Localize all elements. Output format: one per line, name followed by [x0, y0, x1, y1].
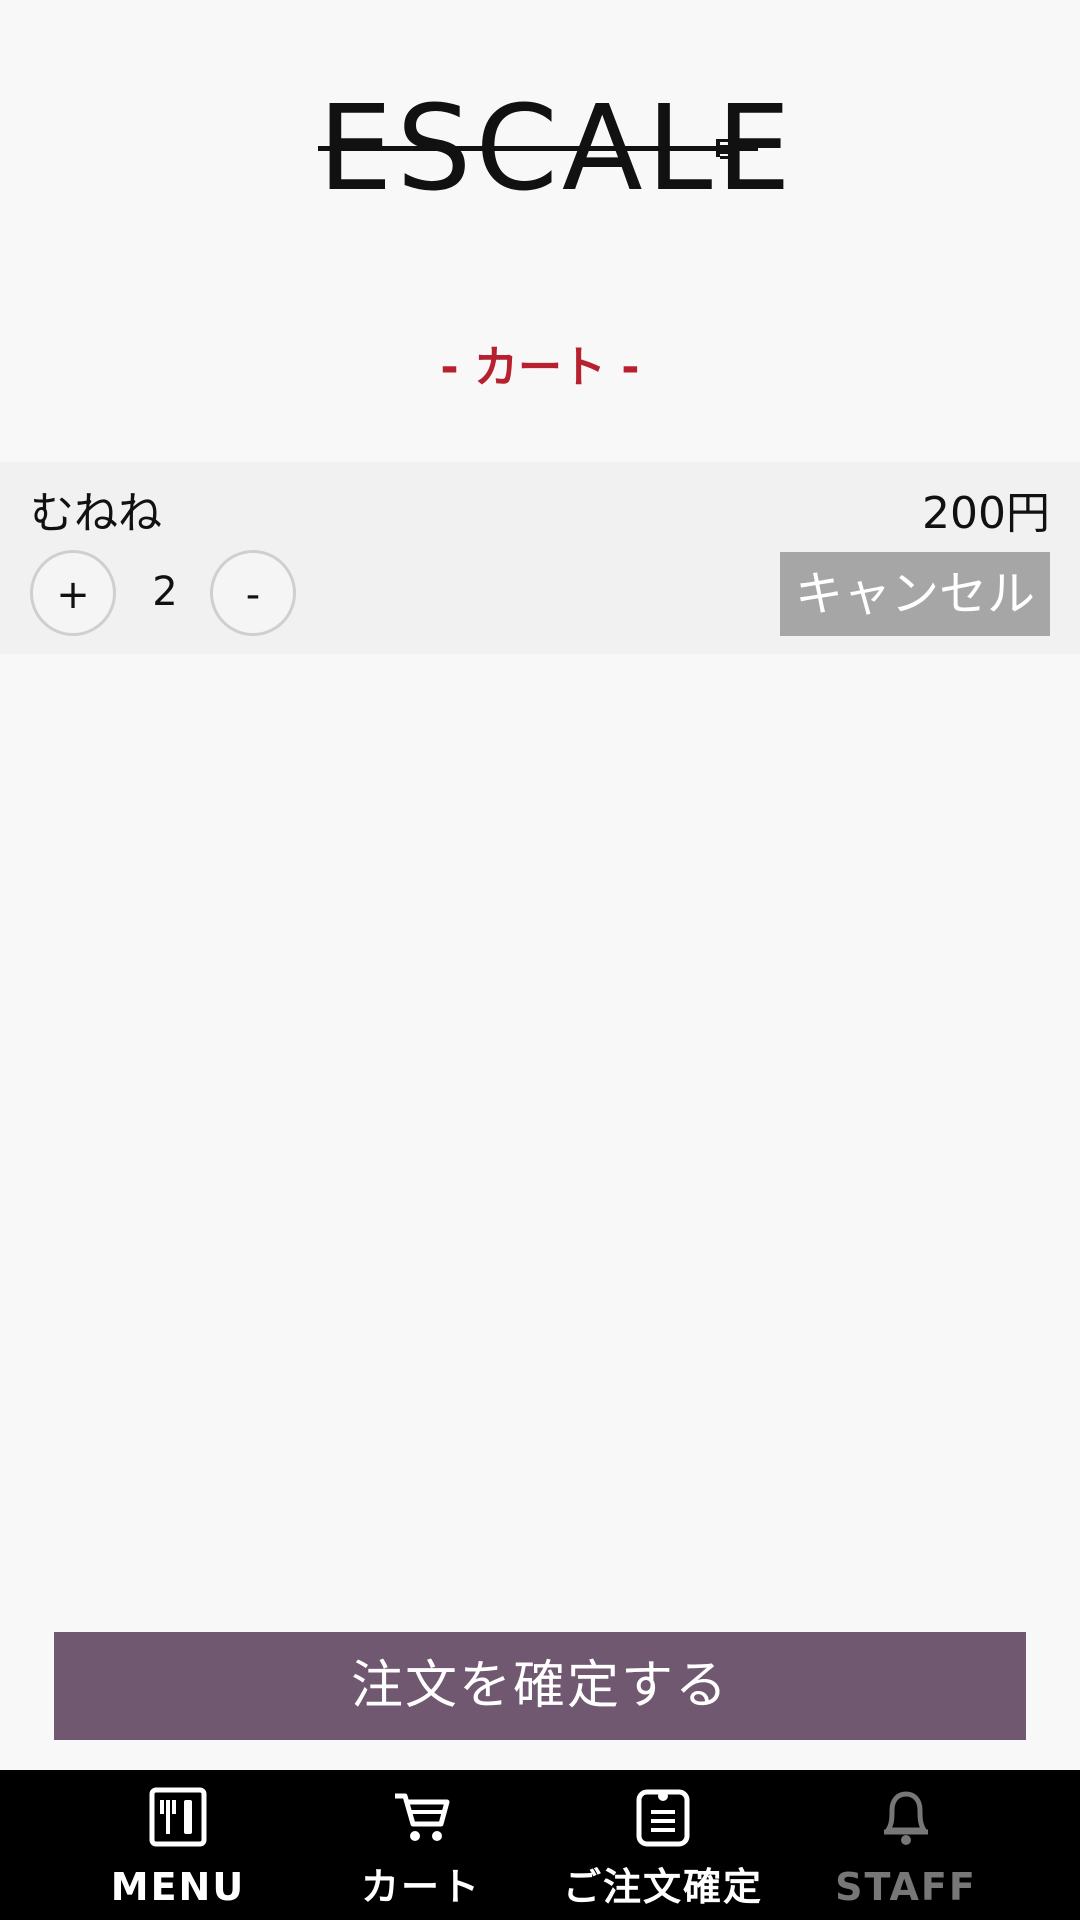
menu-icon — [149, 1787, 207, 1847]
order-confirm-icon — [636, 1789, 690, 1847]
bottom-nav: MENU カート ご注文確定 STAFF — [0, 1770, 1080, 1920]
cart-icon — [395, 1793, 450, 1841]
escale-logo: ESCALE — [318, 79, 795, 217]
quantity-value: 2 — [152, 569, 178, 615]
nav-label-order-confirm: ご注文確定 — [562, 1865, 763, 1909]
page-title: - カート - — [440, 342, 640, 393]
nav-item-staff[interactable]: STAFF — [771, 1770, 1041, 1920]
nav-label-cart: カート — [360, 1865, 481, 1909]
nav-label-staff: STAFF — [835, 1865, 977, 1909]
cart-item-row: むねね 200円 + 2 - キャンセル — [0, 462, 1080, 654]
confirm-order-button[interactable]: 注文を確定する — [54, 1632, 1026, 1740]
nav-item-cart[interactable]: カート — [286, 1770, 556, 1920]
fork-icon — [694, 139, 734, 159]
nav-item-menu[interactable]: MENU — [43, 1770, 313, 1920]
quantity-plus-button[interactable]: + — [30, 550, 116, 636]
cancel-button[interactable]: キャンセル — [780, 552, 1050, 636]
bell-icon — [884, 1791, 928, 1845]
quantity-minus-button[interactable]: - — [210, 550, 296, 636]
nav-label-menu: MENU — [110, 1865, 246, 1909]
logo-text: ESCALE — [318, 79, 795, 217]
logo-wordmark: ESCALE — [318, 79, 795, 217]
item-price: 200円 — [922, 488, 1050, 539]
nav-item-order-confirm[interactable]: ご注文確定 — [528, 1770, 798, 1920]
header: ESCALE — [0, 0, 1080, 300]
item-name: むねね — [30, 488, 162, 539]
